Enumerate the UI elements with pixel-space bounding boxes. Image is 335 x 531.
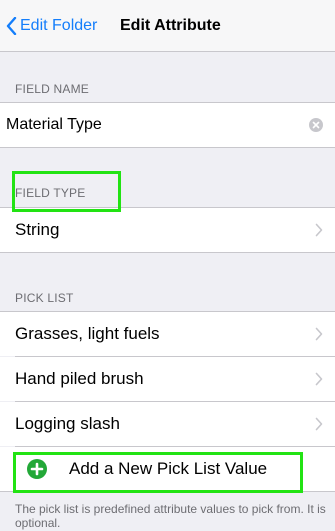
add-circle-icon: [27, 459, 47, 479]
pick-list-item[interactable]: Logging slash: [0, 402, 335, 446]
field-type-header: FIELD TYPE: [15, 186, 86, 200]
divider: [0, 252, 335, 253]
chevron-right-icon: [315, 417, 323, 431]
pick-list-item[interactable]: Grasses, light fuels: [0, 312, 335, 356]
field-name-header: FIELD NAME: [15, 82, 90, 96]
pick-list-item-label: Hand piled brush: [15, 369, 144, 388]
chevron-right-icon: [315, 327, 323, 341]
divider: [0, 491, 335, 492]
add-pick-list-value-label: Add a New Pick List Value: [69, 459, 268, 478]
chevron-left-icon: [6, 17, 17, 35]
add-pick-list-value-button[interactable]: Add a New Pick List Value: [0, 447, 335, 491]
pick-list-item-label: Logging slash: [15, 414, 120, 433]
back-button[interactable]: Edit Folder: [6, 14, 97, 38]
chevron-right-icon: [315, 223, 323, 237]
field-type-value: String: [15, 220, 60, 239]
field-name-input[interactable]: Material Type: [0, 103, 335, 147]
field-type-cell[interactable]: String: [0, 208, 335, 252]
pick-list-header: PICK LIST: [15, 291, 74, 305]
field-name-value: Material Type: [6, 116, 102, 133]
clear-icon[interactable]: [309, 118, 323, 132]
page-title: Edit Attribute: [120, 17, 221, 34]
back-label: Edit Folder: [20, 17, 98, 34]
pick-list-item[interactable]: Hand piled brush: [0, 357, 335, 401]
pick-list-footer: The pick list is predefined attribute va…: [15, 502, 326, 530]
chevron-right-icon: [315, 372, 323, 386]
pick-list-item-label: Grasses, light fuels: [15, 324, 160, 343]
navigation-bar: Edit Folder Edit Attribute: [0, 0, 335, 52]
divider: [0, 147, 335, 148]
